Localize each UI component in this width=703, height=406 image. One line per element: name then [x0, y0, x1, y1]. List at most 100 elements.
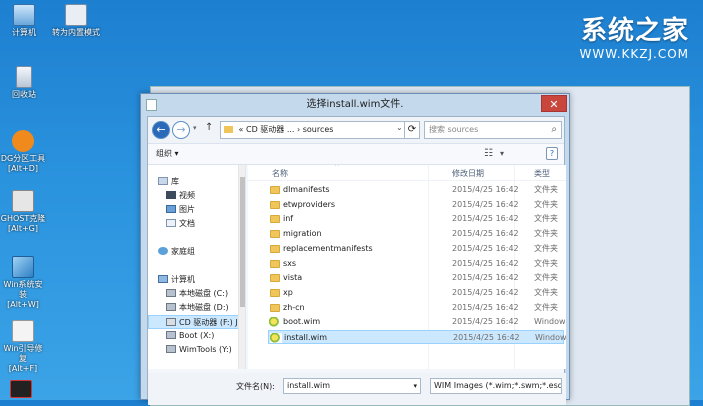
desktop-icon-dg[interactable]: DG分区工具 [Alt+D]: [0, 130, 46, 174]
nav-label: 家庭组: [171, 247, 195, 256]
file-row[interactable]: boot.wim 2015/4/25 16:42 Windows: [268, 315, 566, 329]
nav-label: 图片: [179, 205, 195, 214]
chevron-down-icon[interactable]: ▾: [193, 124, 197, 132]
refresh-button[interactable]: ⟳: [404, 121, 420, 139]
column-name[interactable]: 名称: [272, 168, 288, 179]
nav-item-homegroup[interactable]: 家庭组: [158, 245, 195, 259]
file-name: xp: [283, 287, 293, 297]
nav-label: WimTools (Y:): [179, 345, 232, 354]
file-name: vista: [283, 273, 303, 283]
file-row[interactable]: dlmanifests 2015/4/25 16:42 文件夹: [268, 183, 564, 197]
filename-input[interactable]: install.wim ▾: [283, 378, 421, 394]
brand-url: WWW.KKZJ.COM: [579, 47, 689, 61]
desktop-icon-win-repair[interactable]: Win引导修复 [Alt+F]: [0, 320, 46, 374]
address-dropdown[interactable]: ⌄: [396, 123, 403, 132]
address-bar[interactable]: « CD 驱动器 ... › sources: [220, 121, 413, 139]
dialog-title: 选择install.wim文件.: [306, 99, 404, 110]
desktop-icon-label: 转为内置模式: [52, 28, 100, 37]
desktop-icon-computer[interactable]: 计算机: [4, 4, 44, 38]
file-row[interactable]: etwproviders 2015/4/25 16:42 文件夹: [268, 198, 564, 212]
desktop-icon-label: GHOST克隆: [0, 214, 46, 223]
command-bar: 组织 ▾ ☷ ▾ ?: [148, 143, 564, 165]
file-row[interactable]: zh-cn 2015/4/25 16:42 文件夹: [268, 301, 564, 315]
computer-icon: [13, 4, 35, 26]
file-type: 文件夹: [534, 214, 558, 224]
nav-item-documents[interactable]: 文档: [166, 217, 195, 231]
nav-item-wimtools[interactable]: WimTools (Y:): [166, 343, 232, 357]
nav-item-video[interactable]: 视频: [166, 189, 195, 203]
nav-item-library[interactable]: 库: [158, 175, 179, 189]
file-type: 文件夹: [534, 185, 558, 194]
file-row[interactable]: sxs 2015/4/25 16:42 文件夹: [268, 257, 564, 271]
desktop-icon-win-install[interactable]: Win系统安装 [Alt+W]: [0, 256, 46, 310]
file-date: 2015/4/25 16:42: [452, 287, 519, 297]
file-type: 文件夹: [534, 243, 558, 253]
navigation-pane: 库 视频 图片 文档 家庭组 计算机 本地磁盘 (C:) 本地磁盘 (D:) C…: [148, 165, 246, 369]
desktop-icon-label: Win系统安装: [3, 280, 43, 299]
nav-item-cd-drive[interactable]: CD 驱动器 (F:) J: [148, 315, 239, 329]
filetype-select[interactable]: WIM Images (*.wim;*.swm;*.esd): [430, 378, 562, 394]
nav-item-computer[interactable]: 计算机: [158, 273, 195, 287]
folder-icon: [270, 259, 280, 268]
file-row[interactable]: vista 2015/4/25 16:42 文件夹: [268, 271, 564, 285]
homegroup-icon: [158, 247, 168, 255]
nav-item-drive-c[interactable]: 本地磁盘 (C:): [166, 287, 228, 301]
nav-item-pictures[interactable]: 图片: [166, 203, 195, 217]
scrollbar-thumb[interactable]: [240, 177, 245, 307]
folder-icon: [270, 244, 280, 253]
file-row[interactable]: xp 2015/4/25 16:42 文件夹: [268, 286, 564, 300]
desktop-icon-partial[interactable]: [8, 380, 34, 400]
desktop-icon-shortcut: [Alt+G]: [8, 224, 38, 233]
file-name: boot.wim: [283, 317, 321, 327]
desktop-icon-internal-mode[interactable]: 转为内置模式: [50, 4, 102, 38]
back-button[interactable]: ←: [152, 121, 170, 139]
brand-watermark: 系统之家 WWW.KKZJ.COM: [579, 10, 689, 61]
file-row[interactable]: inf 2015/4/25 16:42 文件夹: [268, 212, 564, 226]
nav-item-boot[interactable]: Boot (X:): [166, 329, 214, 343]
file-type: Windows: [534, 317, 566, 327]
file-row[interactable]: replacementmanifests 2015/4/25 16:42 文件夹: [268, 242, 564, 256]
file-date: 2015/4/25 16:42: [452, 258, 519, 268]
close-button[interactable]: ✕: [541, 95, 567, 112]
desktop-icon-shortcut: [Alt+D]: [8, 164, 38, 173]
view-icon[interactable]: ☷: [484, 144, 493, 164]
open-file-dialog: 选择install.wim文件. ✕ ← → ▾ ↑ « CD 驱动器 ... …: [140, 93, 570, 405]
picture-icon: [166, 205, 176, 213]
desktop-icon-recycle-bin[interactable]: 回收站: [4, 66, 44, 100]
search-placeholder: 搜索 sources: [429, 125, 479, 134]
search-input[interactable]: 搜索 sources ⌕: [424, 121, 562, 139]
nav-item-drive-d[interactable]: 本地磁盘 (D:): [166, 301, 229, 315]
video-icon: [166, 191, 176, 199]
column-type[interactable]: 类型: [534, 168, 550, 179]
folder-icon: [270, 274, 280, 283]
wim-file-icon: [270, 333, 282, 343]
address-path: « CD 驱动器 ... › sources: [238, 125, 334, 134]
desktop-icon-shortcut: [Alt+F]: [8, 364, 38, 373]
search-icon: ⌕: [551, 124, 557, 135]
file-type: 文件夹: [534, 258, 558, 268]
help-button[interactable]: ?: [546, 147, 558, 160]
column-date[interactable]: 修改日期: [452, 168, 484, 179]
file-name: inf: [283, 214, 294, 224]
app-icon: [146, 99, 157, 111]
dialog-titlebar[interactable]: 选择install.wim文件. ✕: [141, 94, 569, 116]
desktop-icon-label: Win引导修复: [3, 344, 43, 363]
filetype-value: WIM Images (*.wim;*.swm;*.esd): [434, 381, 562, 390]
file-date: 2015/4/25 16:42: [452, 273, 519, 283]
organize-button[interactable]: 组织 ▾: [156, 144, 179, 164]
nav-label: 文档: [179, 219, 195, 228]
file-row[interactable]: install.wim 2015/4/25 16:42 Windows: [268, 330, 566, 344]
file-type: 文件夹: [534, 302, 558, 312]
desktop-icon-shortcut: [Alt+W]: [7, 300, 39, 309]
nav-label: CD 驱动器 (F:) J: [179, 318, 238, 327]
up-button[interactable]: ↑: [205, 122, 213, 133]
desktop-icon-ghost[interactable]: GHOST克隆 [Alt+G]: [0, 190, 46, 234]
view-dropdown[interactable]: ▾: [500, 144, 504, 164]
nav-label: 本地磁盘 (C:): [179, 289, 229, 298]
file-date: 2015/4/25 16:42: [452, 317, 519, 327]
file-type: 文件夹: [534, 229, 558, 239]
forward-button[interactable]: →: [172, 121, 190, 139]
nav-scrollbar[interactable]: [238, 165, 245, 369]
file-type: 文件夹: [534, 199, 558, 209]
file-row[interactable]: migration 2015/4/25 16:42 文件夹: [268, 227, 564, 241]
